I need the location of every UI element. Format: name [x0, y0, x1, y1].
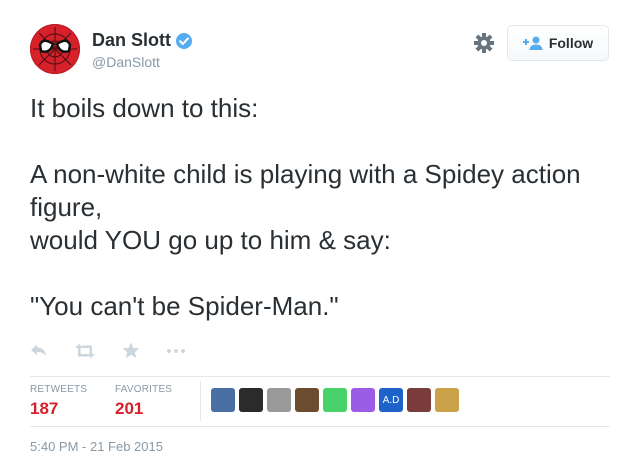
favoriter-avatar-icon[interactable]: [295, 388, 319, 412]
display-name[interactable]: Dan Slott: [92, 30, 171, 51]
add-user-icon: [522, 36, 543, 50]
avatar[interactable]: [30, 24, 80, 74]
divider: [30, 426, 610, 427]
favoriter-avatar-label: A.D: [382, 394, 400, 406]
favoriter-avatar-icon[interactable]: [323, 388, 347, 412]
favoriter-avatar-icon[interactable]: A.D: [379, 388, 403, 412]
tweet-timestamp[interactable]: 5:40 PM - 21 Feb 2015: [30, 439, 163, 454]
follow-button[interactable]: Follow: [507, 25, 609, 61]
favoriter-avatar-icon[interactable]: [351, 388, 375, 412]
tweet-text: It boils down to this: A non-white child…: [30, 93, 581, 321]
favorites-stat[interactable]: FAVORITES 201: [115, 384, 172, 419]
favoriter-avatar-icon[interactable]: [435, 388, 459, 412]
favorite-button[interactable]: [122, 342, 140, 359]
favorites-count: 201: [115, 399, 144, 418]
reply-button[interactable]: [30, 343, 48, 359]
tweet-actions: [30, 342, 212, 359]
favoriter-avatar-icon[interactable]: [407, 388, 431, 412]
retweet-button[interactable]: [74, 343, 96, 359]
retweets-count: 187: [30, 399, 59, 418]
favorite-star-icon: [122, 342, 140, 358]
favoriter-avatar-icon[interactable]: [211, 388, 235, 412]
gear-icon[interactable]: [473, 32, 495, 54]
verified-badge-icon: [176, 32, 192, 49]
user-handle[interactable]: @DanSlott: [92, 54, 160, 70]
divider: [30, 376, 610, 377]
stats-separator: [200, 381, 201, 421]
retweets-label: RETWEETS: [30, 384, 88, 395]
user-name-row: Dan Slott: [92, 30, 193, 51]
favoriters-list: A.D: [211, 388, 463, 412]
spider-man-mask-icon: [33, 27, 77, 71]
follow-button-label: Follow: [548, 35, 594, 51]
favorites-label: FAVORITES: [115, 384, 173, 395]
favoriter-avatar-icon[interactable]: [239, 388, 263, 412]
retweets-stat[interactable]: RETWEETS 187: [30, 384, 87, 419]
more-icon: [167, 348, 185, 353]
favoriter-avatar-icon[interactable]: [267, 388, 291, 412]
retweet-icon: [75, 343, 95, 358]
more-button[interactable]: [166, 348, 186, 354]
reply-icon: [31, 344, 46, 356]
